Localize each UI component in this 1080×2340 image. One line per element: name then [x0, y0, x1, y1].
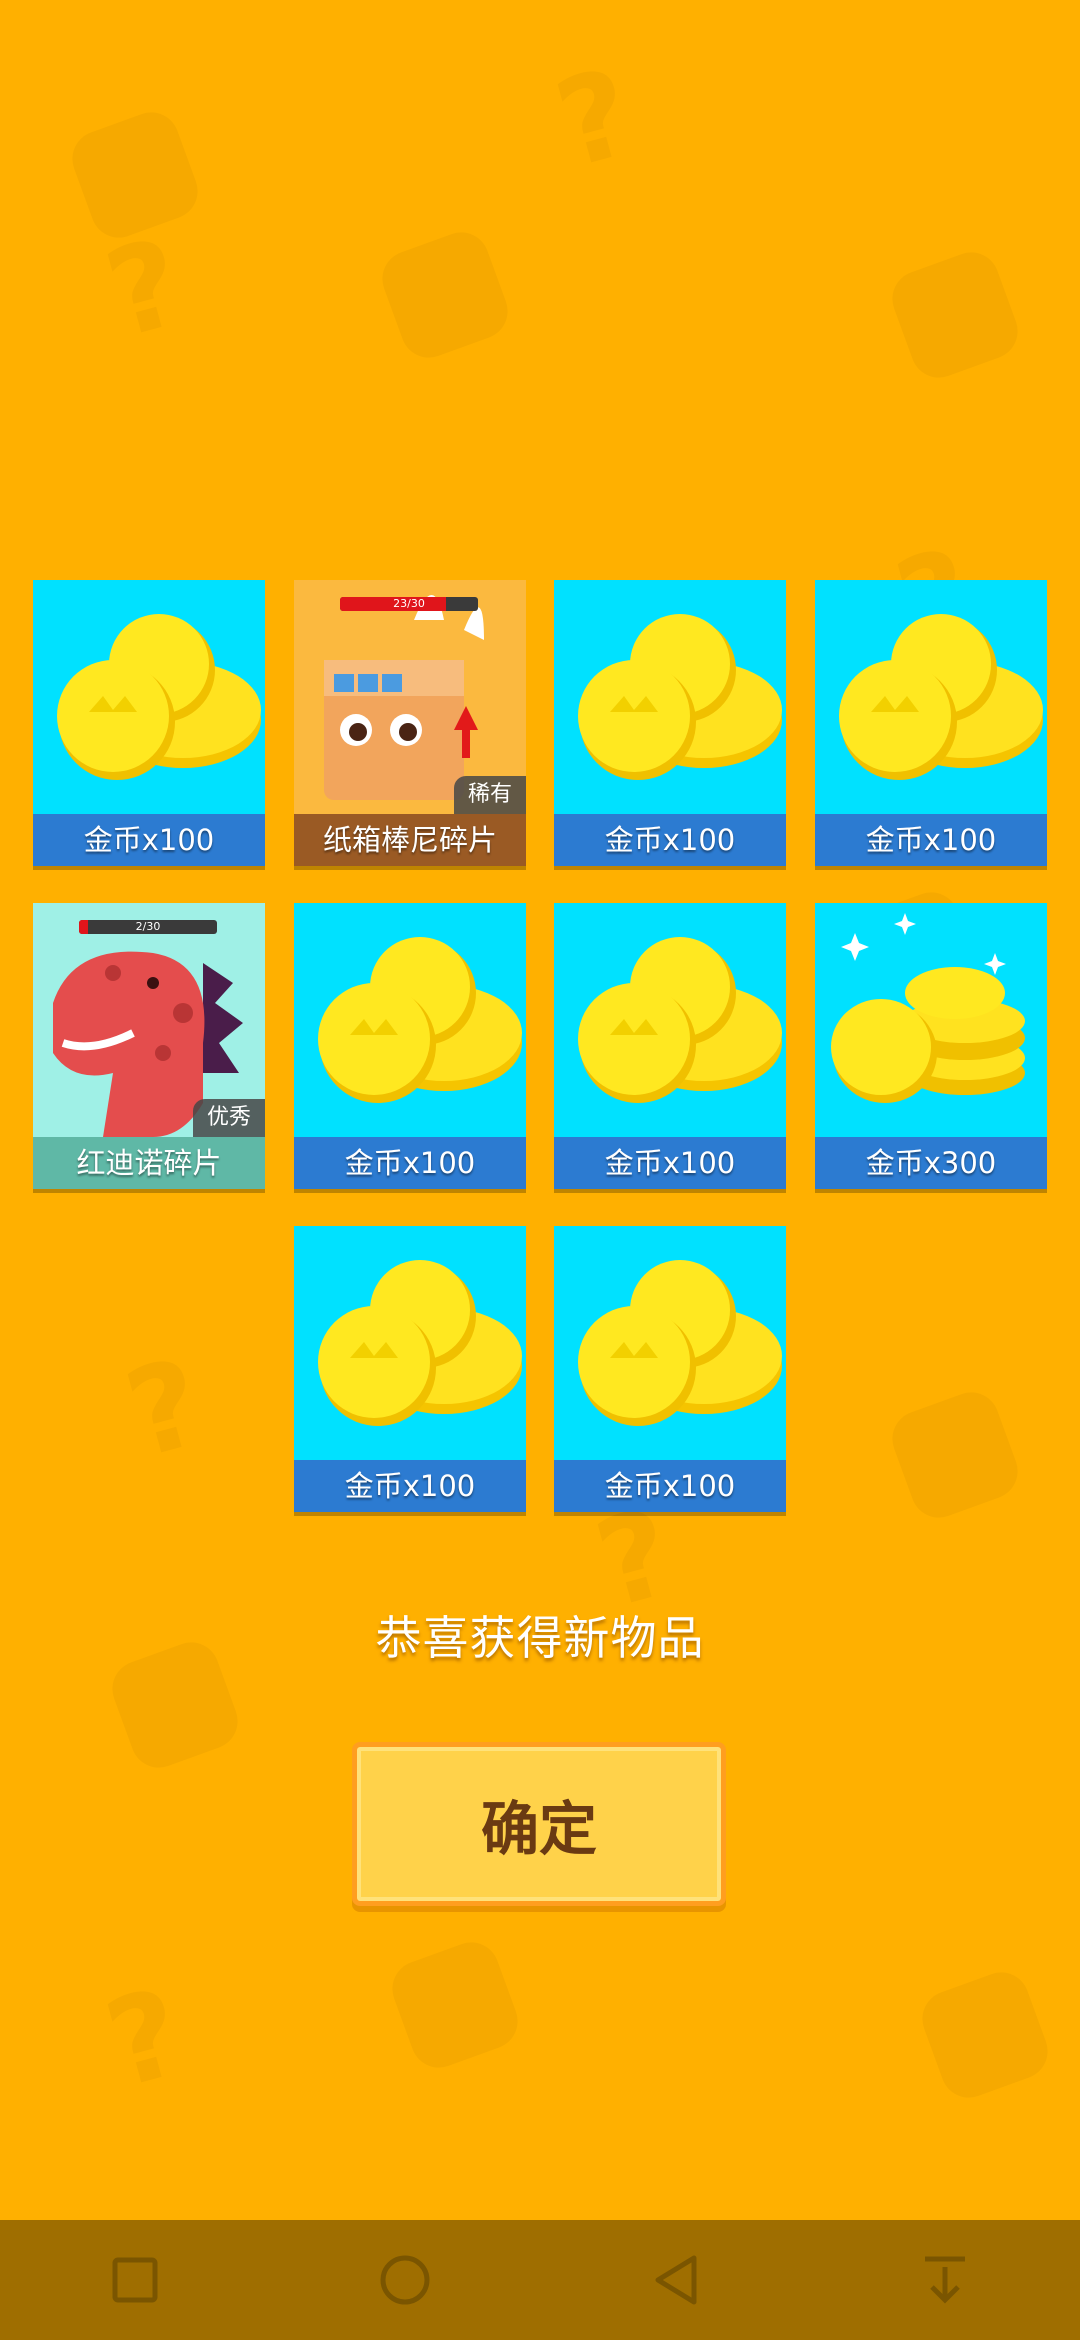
rarity-badge: 稀有: [453, 776, 526, 814]
circle-home-icon[interactable]: [365, 2240, 445, 2320]
reward-card-6[interactable]: 金币x100: [294, 903, 526, 1189]
notification-pull-down-icon[interactable]: [905, 2240, 985, 2320]
reward-label: 金币x100: [554, 1460, 786, 1512]
coins-icon: [318, 937, 522, 1103]
coins-icon: [578, 614, 782, 780]
coin-pile-icon: [831, 913, 1025, 1103]
triangle-back-icon[interactable]: [635, 2240, 715, 2320]
reward-label: 红迪诺碎片: [33, 1137, 265, 1189]
confirm-button[interactable]: 确定: [352, 1742, 726, 1906]
square-recent-apps-icon[interactable]: [95, 2240, 175, 2320]
reward-label: 金币x100: [33, 814, 265, 866]
progress-text: 23/30: [393, 597, 425, 610]
coins-icon: [839, 614, 1043, 780]
reward-label: 金币x300: [815, 1137, 1047, 1189]
system-navigation-bar: [0, 2220, 1080, 2340]
reward-label: 金币x100: [554, 814, 786, 866]
reward-card-9[interactable]: 金币x100: [294, 1226, 526, 1512]
fragment-progress-bar: 2/30: [79, 920, 217, 934]
reward-label: 金币x100: [815, 814, 1047, 866]
reward-card-4[interactable]: 金币x100: [815, 580, 1047, 866]
coins-icon: [318, 1260, 522, 1426]
reward-label: 纸箱棒尼碎片: [294, 814, 526, 866]
reward-label: 金币x100: [554, 1137, 786, 1189]
coins-icon: [578, 1260, 782, 1426]
reward-card-2[interactable]: 23/30 稀有 纸箱棒尼碎片: [294, 580, 526, 866]
rarity-badge: 优秀: [192, 1099, 265, 1137]
reward-card-3[interactable]: 金币x100: [554, 580, 786, 866]
reward-card-1[interactable]: 金币x100: [33, 580, 265, 866]
reward-label: 金币x100: [294, 1137, 526, 1189]
reward-card-8[interactable]: 金币x300: [815, 903, 1047, 1189]
coins-icon: [57, 614, 261, 780]
reward-label: 金币x100: [294, 1460, 526, 1512]
reward-card-7[interactable]: 金币x100: [554, 903, 786, 1189]
coins-icon: [578, 937, 782, 1103]
progress-text: 2/30: [135, 920, 161, 933]
fragment-progress-bar: 23/30: [340, 597, 478, 611]
success-message: 恭喜获得新物品: [375, 1611, 705, 1665]
reward-card-5[interactable]: 2/30 优秀 红迪诺碎片: [33, 903, 265, 1189]
reward-card-10[interactable]: 金币x100: [554, 1226, 786, 1512]
